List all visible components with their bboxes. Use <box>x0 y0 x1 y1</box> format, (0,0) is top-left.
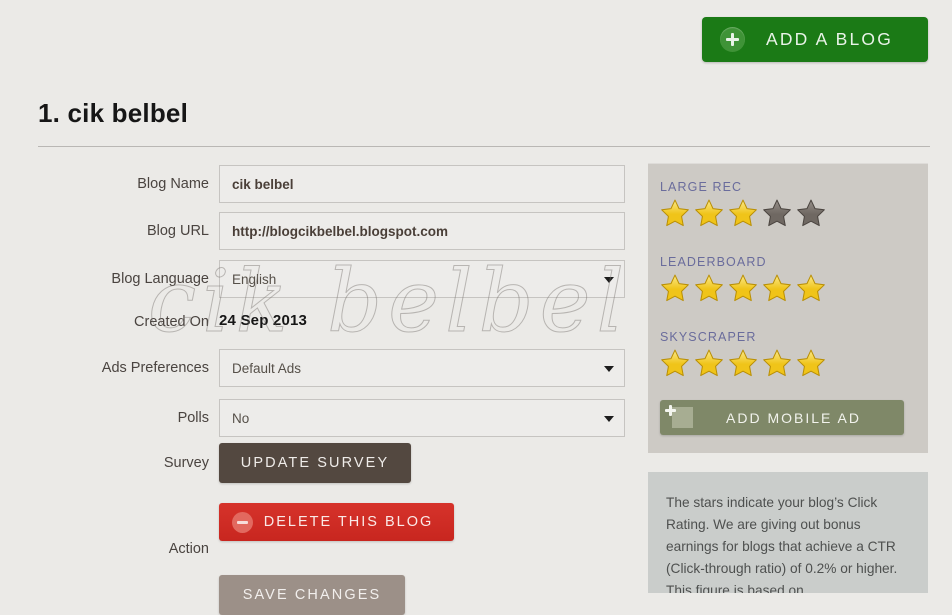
click-rating-info-panel: The stars indicate your blog’s Click Rat… <box>648 472 928 593</box>
label-blog-language: Blog Language <box>111 271 209 287</box>
top-bar: ADD A BLOG <box>0 0 952 78</box>
label-action: Action <box>168 541 209 557</box>
update-survey-label: UPDATE SURVEY <box>240 455 390 471</box>
chevron-down-icon <box>604 277 614 283</box>
blog-language-select[interactable]: English <box>219 260 625 298</box>
created-on-value: 24 Sep 2013 <box>219 312 308 329</box>
star-icon[interactable] <box>728 198 758 228</box>
add-a-blog-button[interactable]: ADD A BLOG <box>702 17 928 62</box>
blog-name-input[interactable] <box>219 165 625 203</box>
ad-unit-large-rec: LARGE REC <box>660 180 826 228</box>
plus-circle-icon <box>672 407 693 428</box>
label-survey: Survey <box>163 455 209 471</box>
label-blog-name: Blog Name <box>137 176 209 192</box>
ad-unit-skyscraper: SKYSCRAPER <box>660 330 826 378</box>
page-title: 1. cik belbel <box>38 98 189 128</box>
save-changes-label: SAVE CHANGES <box>242 587 382 603</box>
ad-unit-leaderboard: LEADERBOARD <box>660 255 826 303</box>
chevron-down-icon <box>604 366 614 372</box>
form-row-polls: Polls No <box>0 399 640 437</box>
form-row-blog-language: Blog Language English <box>0 260 640 298</box>
star-icon[interactable] <box>728 273 758 303</box>
ads-preferences-value: Default Ads <box>232 360 302 376</box>
blog-url-input[interactable] <box>219 212 625 250</box>
star-icon[interactable] <box>694 348 724 378</box>
ad-ratings-panel: LARGE REC LEADERBOARD SKYSCRAPER ADD MOB… <box>648 163 928 453</box>
ads-preferences-select[interactable]: Default Ads <box>219 349 625 387</box>
star-icon[interactable] <box>762 198 792 228</box>
label-blog-url: Blog URL <box>146 223 209 239</box>
star-rating-skyscraper[interactable] <box>660 348 826 378</box>
form-row-ads-preferences: Ads Preferences Default Ads <box>0 349 640 387</box>
star-icon[interactable] <box>762 273 792 303</box>
polls-value: No <box>232 410 250 426</box>
title-divider <box>38 146 930 147</box>
label-polls: Polls <box>177 410 209 426</box>
polls-select[interactable]: No <box>219 399 625 437</box>
delete-this-blog-button[interactable]: DELETE THIS BLOG <box>219 503 454 541</box>
click-rating-info-text: The stars indicate your blog’s Click Rat… <box>666 495 898 593</box>
chevron-down-icon <box>604 416 614 422</box>
update-survey-button[interactable]: UPDATE SURVEY <box>219 443 411 483</box>
star-icon[interactable] <box>762 348 792 378</box>
add-mobile-ad-label: ADD MOBILE AD <box>726 409 861 426</box>
ad-unit-name: SKYSCRAPER <box>660 330 757 344</box>
ad-unit-name: LEADERBOARD <box>660 255 767 269</box>
save-changes-button[interactable]: SAVE CHANGES <box>219 575 405 615</box>
star-icon[interactable] <box>796 198 826 228</box>
plus-circle-icon <box>720 27 745 52</box>
star-icon[interactable] <box>796 348 826 378</box>
add-mobile-ad-button[interactable]: ADD MOBILE AD <box>660 400 904 435</box>
star-rating-leaderboard[interactable] <box>660 273 826 303</box>
star-icon[interactable] <box>660 273 690 303</box>
star-icon[interactable] <box>796 273 826 303</box>
minus-circle-icon <box>232 511 253 533</box>
star-icon[interactable] <box>694 273 724 303</box>
delete-this-blog-label: DELETE THIS BLOG <box>263 514 434 530</box>
add-a-blog-label: ADD A BLOG <box>765 29 894 49</box>
label-created-on: Created On <box>134 314 209 330</box>
ad-unit-name: LARGE REC <box>660 180 743 194</box>
star-icon[interactable] <box>728 348 758 378</box>
star-icon[interactable] <box>694 198 724 228</box>
blog-language-value: English <box>232 271 277 287</box>
label-ads-preferences: Ads Preferences <box>101 360 209 376</box>
star-rating-large-rec[interactable] <box>660 198 826 228</box>
star-icon[interactable] <box>660 198 690 228</box>
star-icon[interactable] <box>660 348 690 378</box>
